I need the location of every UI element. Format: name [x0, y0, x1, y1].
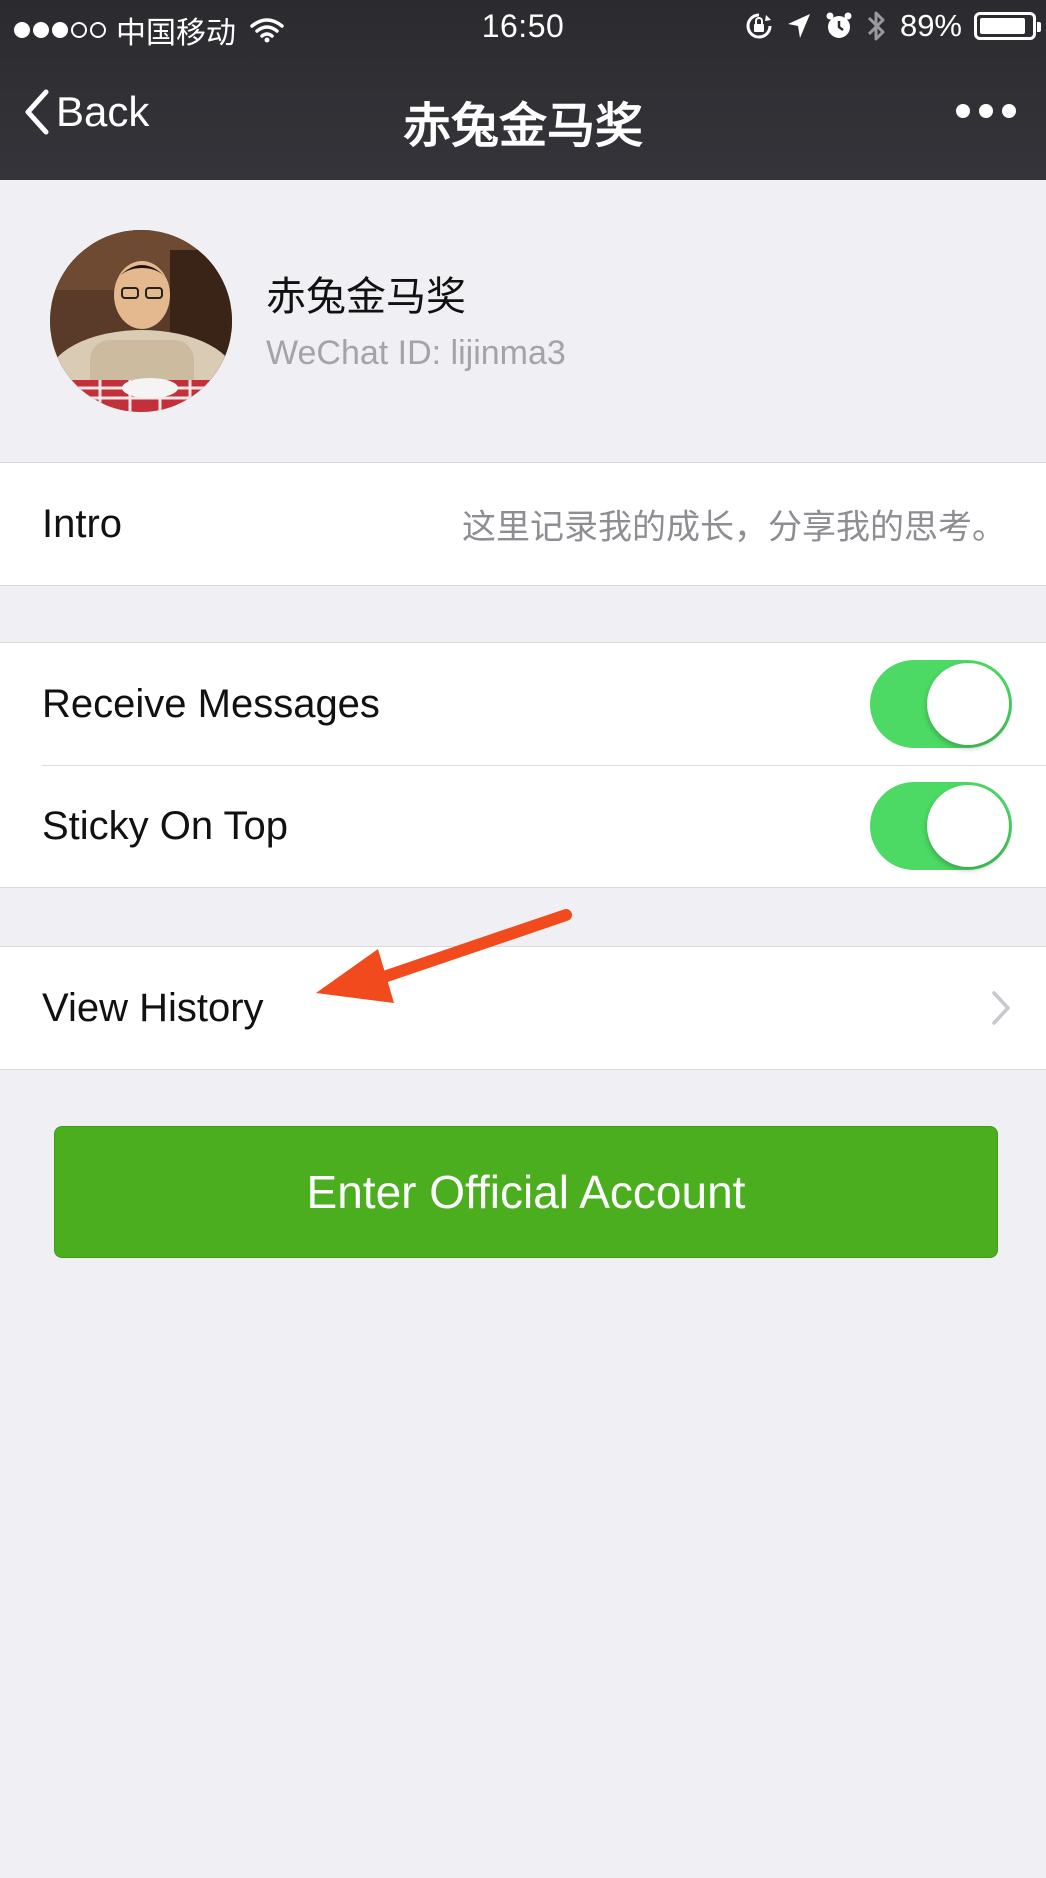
more-dots-icon[interactable] [956, 104, 1016, 118]
top-bar: 中国移动 16:50 89% Back 赤兔金马奖 [0, 0, 1046, 180]
back-button[interactable]: Back [24, 88, 149, 136]
page-title: 赤兔金马奖 [402, 98, 643, 154]
navigation-bar: Back 赤兔金马奖 [0, 56, 1046, 180]
intro-value: 这里记录我的成长，分享我的思考。 [462, 507, 1006, 548]
battery-icon [974, 12, 1041, 40]
intro-row: Intro 这里记录我的成长，分享我的思考。 [0, 463, 1046, 585]
receive-messages-toggle[interactable] [870, 660, 1012, 748]
battery-fill [980, 18, 1025, 34]
battery-percent: 89% [899, 8, 962, 43]
sticky-on-top-label: Sticky On Top [42, 803, 289, 848]
enter-official-account-button[interactable]: Enter Official Account [54, 1126, 998, 1258]
location-icon [787, 14, 810, 38]
status-bar: 中国移动 16:50 89% [0, 0, 1046, 56]
wechat-id: WeChat ID: lijinma3 [266, 334, 566, 372]
account-name: 赤兔金马奖 [266, 274, 466, 320]
sticky-on-top-row: Sticky On Top [0, 765, 1046, 887]
chevron-right-icon [992, 991, 1010, 1025]
receive-messages-row: Receive Messages [0, 643, 1046, 765]
settings-group: Receive Messages Sticky On Top [0, 642, 1046, 888]
back-label: Back [56, 88, 150, 135]
intro-group: Intro 这里记录我的成长，分享我的思考。 [0, 462, 1046, 586]
intro-label: Intro [42, 501, 123, 546]
profile-header: 赤兔金马奖 WeChat ID: lijinma3 [0, 180, 1046, 462]
view-history-label: View History [42, 985, 264, 1030]
sticky-on-top-toggle[interactable] [870, 782, 1012, 870]
official-account-profile-screen: 中国移动 16:50 89% Back 赤兔金马奖 赤兔金马奖 WeChat I… [0, 0, 1046, 1878]
bluetooth-icon [867, 11, 885, 41]
avatar-photo [50, 230, 232, 412]
alarm-icon [826, 12, 852, 38]
annotation-arrow-icon [316, 909, 572, 1003]
avatar[interactable] [50, 230, 232, 412]
status-right: 89% [744, 8, 1041, 44]
orientation-lock-icon [746, 13, 772, 39]
receive-messages-label: Receive Messages [42, 681, 380, 726]
chevron-left-icon [25, 89, 49, 135]
